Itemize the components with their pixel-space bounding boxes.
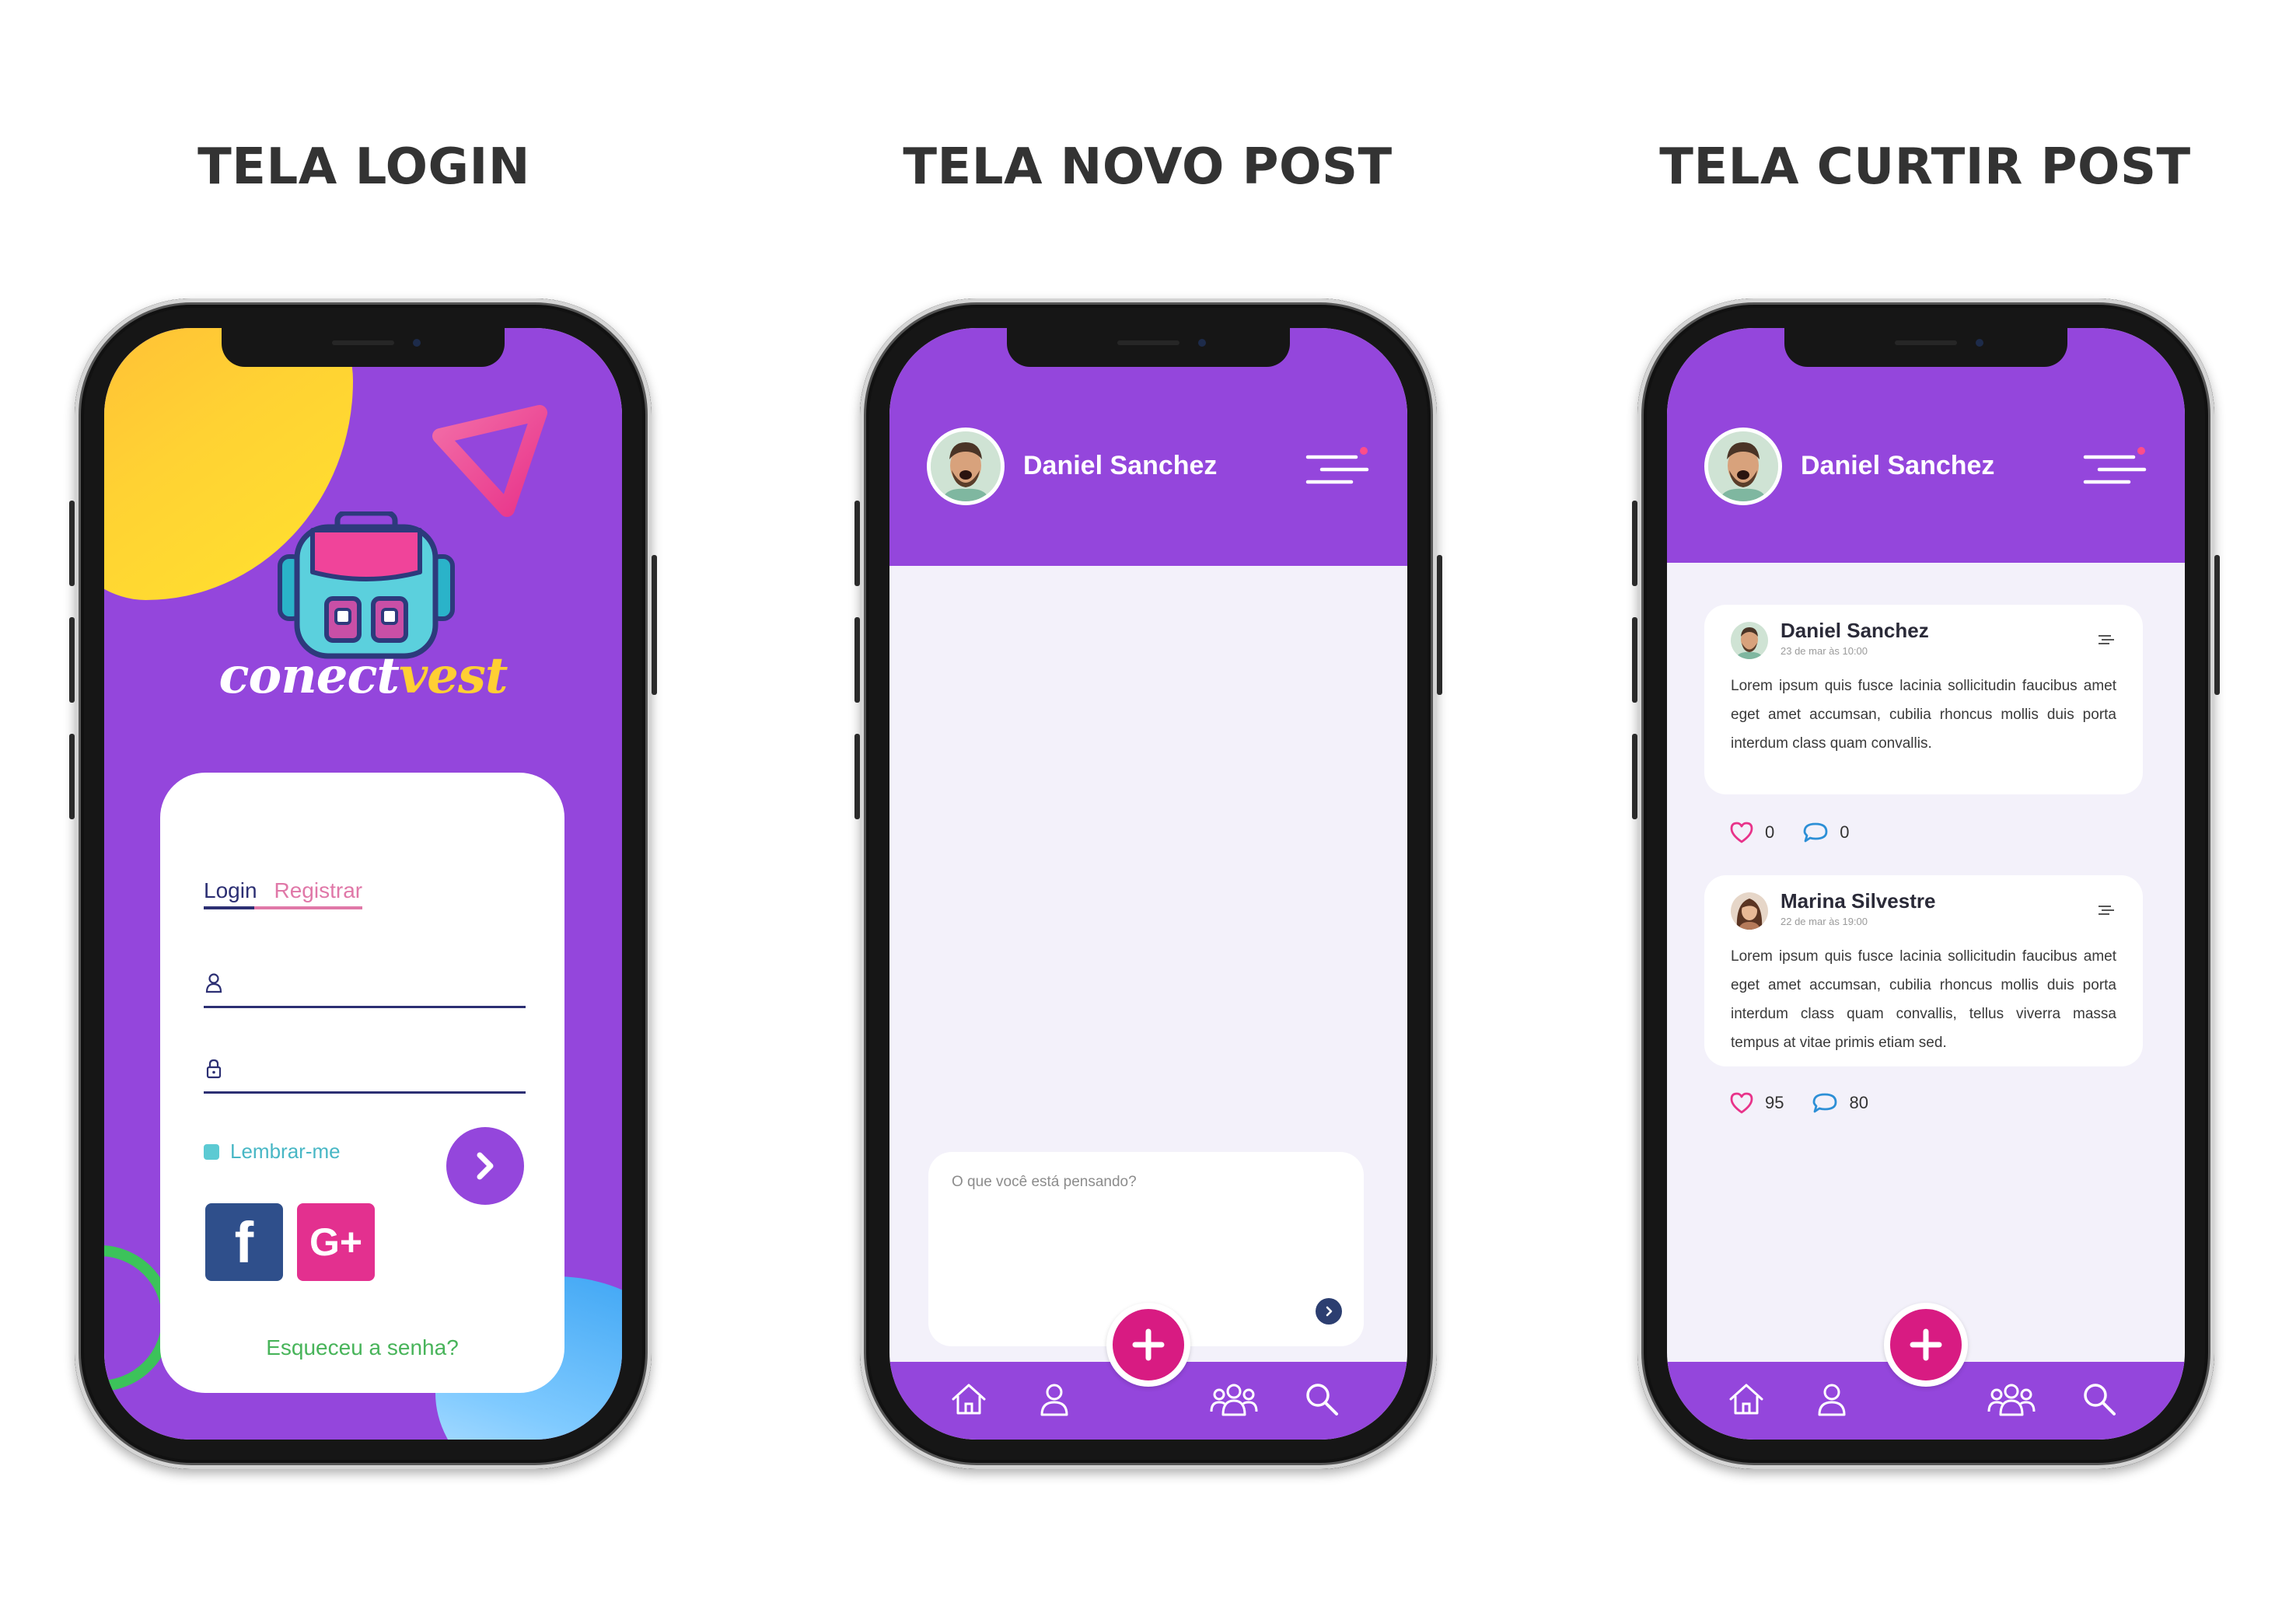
comment-icon[interactable] bbox=[1802, 821, 1829, 844]
lock-icon bbox=[206, 1059, 222, 1079]
avatar-photo bbox=[931, 431, 1001, 501]
groups-icon[interactable] bbox=[1210, 1380, 1258, 1418]
app-logo: conectvest bbox=[104, 647, 622, 705]
bottom-nav bbox=[889, 1303, 1407, 1440]
post-author: Marina Silvestre bbox=[1781, 889, 1936, 913]
post-time: 22 de mar às 19:00 bbox=[1781, 916, 1868, 927]
plus-icon bbox=[1132, 1328, 1165, 1361]
header-user-name: Daniel Sanchez bbox=[1801, 451, 1995, 480]
menu-icon[interactable] bbox=[1305, 446, 1370, 493]
post-avatar[interactable] bbox=[1731, 622, 1768, 659]
like-post-screen: Daniel Sanchez Daniel Sanchez 23 de mar … bbox=[1667, 328, 2185, 1440]
bottom-nav bbox=[1667, 1303, 2185, 1440]
tab-register[interactable]: Registrar bbox=[253, 878, 363, 909]
post-text: Lorem ipsum quis fusce lacinia sollicitu… bbox=[1731, 678, 2116, 752]
menu-icon[interactable] bbox=[2082, 446, 2147, 493]
facebook-icon: f bbox=[234, 1209, 254, 1275]
user-icon bbox=[205, 973, 222, 993]
title-login: TELA LOGIN bbox=[197, 138, 530, 196]
decor-triangle-icon bbox=[432, 405, 547, 517]
post-card: Marina Silvestre 22 de mar às 19:00 Lore… bbox=[1704, 875, 2143, 1066]
remember-me-checkbox[interactable]: Lembrar-me bbox=[204, 1140, 341, 1164]
new-post-fab-button[interactable] bbox=[1884, 1303, 1968, 1387]
like-count: 0 bbox=[1765, 822, 1775, 842]
comment-count: 0 bbox=[1840, 822, 1850, 842]
home-icon[interactable] bbox=[1728, 1380, 1765, 1418]
notch bbox=[1007, 328, 1290, 367]
checkbox-box[interactable] bbox=[204, 1143, 219, 1160]
profile-icon[interactable] bbox=[1813, 1380, 1850, 1418]
logo-part-2: vest bbox=[398, 647, 508, 705]
post-menu-icon[interactable] bbox=[2098, 905, 2115, 916]
search-icon[interactable] bbox=[1303, 1380, 1340, 1418]
avatar-photo bbox=[1708, 431, 1778, 501]
login-card: Login Registrar Lembrar-me f G+ Esqueceu… bbox=[160, 773, 564, 1393]
send-post-button[interactable] bbox=[1316, 1298, 1342, 1325]
groups-icon[interactable] bbox=[1987, 1380, 2036, 1418]
post-menu-icon[interactable] bbox=[2098, 634, 2115, 645]
post-card: Daniel Sanchez 23 de mar às 10:00 Lorem … bbox=[1704, 605, 2143, 794]
avatar[interactable] bbox=[1704, 428, 1782, 505]
password-field[interactable] bbox=[204, 1051, 526, 1094]
header-user-name: Daniel Sanchez bbox=[1023, 451, 1218, 480]
notch bbox=[1784, 328, 2067, 367]
home-icon[interactable] bbox=[950, 1380, 987, 1418]
plus-icon bbox=[1910, 1328, 1942, 1361]
chevron-right-icon bbox=[1326, 1306, 1333, 1317]
post-actions: 95 80 bbox=[1729, 1091, 1896, 1115]
new-post-screen: Daniel Sanchez O que você está pensando? bbox=[889, 328, 1407, 1440]
username-field[interactable] bbox=[204, 965, 526, 1008]
google-plus-icon: G+ bbox=[309, 1220, 363, 1264]
comment-icon[interactable] bbox=[1812, 1091, 1838, 1115]
profile-icon[interactable] bbox=[1036, 1380, 1073, 1418]
auth-tabs: Login Registrar bbox=[204, 878, 363, 909]
logo-part-1: conect bbox=[218, 647, 400, 705]
post-actions: 0 0 bbox=[1729, 821, 1878, 844]
title-new-post: TELA NOVO POST bbox=[903, 138, 1393, 196]
login-screen: conectvest Login Registrar Lembrar-me f … bbox=[104, 328, 622, 1440]
forgot-password-link[interactable]: Esqueceu a senha? bbox=[160, 1335, 564, 1360]
compose-placeholder: O que você está pensando? bbox=[952, 1174, 1137, 1190]
post-time: 23 de mar às 10:00 bbox=[1781, 645, 1868, 657]
search-icon[interactable] bbox=[2081, 1380, 2118, 1418]
login-submit-button[interactable] bbox=[446, 1127, 524, 1205]
post-avatar[interactable] bbox=[1731, 892, 1768, 930]
phone-like-post: Daniel Sanchez Daniel Sanchez 23 de mar … bbox=[1632, 298, 2220, 1469]
chevron-right-icon bbox=[477, 1152, 494, 1180]
heart-icon[interactable] bbox=[1729, 1091, 1754, 1115]
avatar-photo bbox=[1731, 892, 1768, 930]
comment-count: 80 bbox=[1849, 1093, 1868, 1112]
phone-new-post: Daniel Sanchez O que você está pensando? bbox=[854, 298, 1442, 1469]
title-like-post: TELA CURTIR POST bbox=[1659, 138, 2191, 196]
facebook-login-button[interactable]: f bbox=[205, 1203, 283, 1281]
tab-login[interactable]: Login bbox=[204, 878, 257, 909]
avatar[interactable] bbox=[927, 428, 1005, 505]
backpack-logo-icon bbox=[278, 511, 455, 659]
heart-icon[interactable] bbox=[1729, 821, 1754, 844]
new-post-fab-button[interactable] bbox=[1106, 1303, 1190, 1387]
google-login-button[interactable]: G+ bbox=[297, 1203, 375, 1281]
remember-me-label: Lembrar-me bbox=[230, 1140, 341, 1163]
avatar-photo bbox=[1731, 622, 1768, 659]
post-text: Lorem ipsum quis fusce lacinia sollicitu… bbox=[1731, 948, 2116, 1051]
like-count: 95 bbox=[1765, 1093, 1784, 1112]
post-author: Daniel Sanchez bbox=[1781, 619, 1929, 642]
notch bbox=[222, 328, 505, 367]
phone-login: conectvest Login Registrar Lembrar-me f … bbox=[69, 298, 657, 1469]
